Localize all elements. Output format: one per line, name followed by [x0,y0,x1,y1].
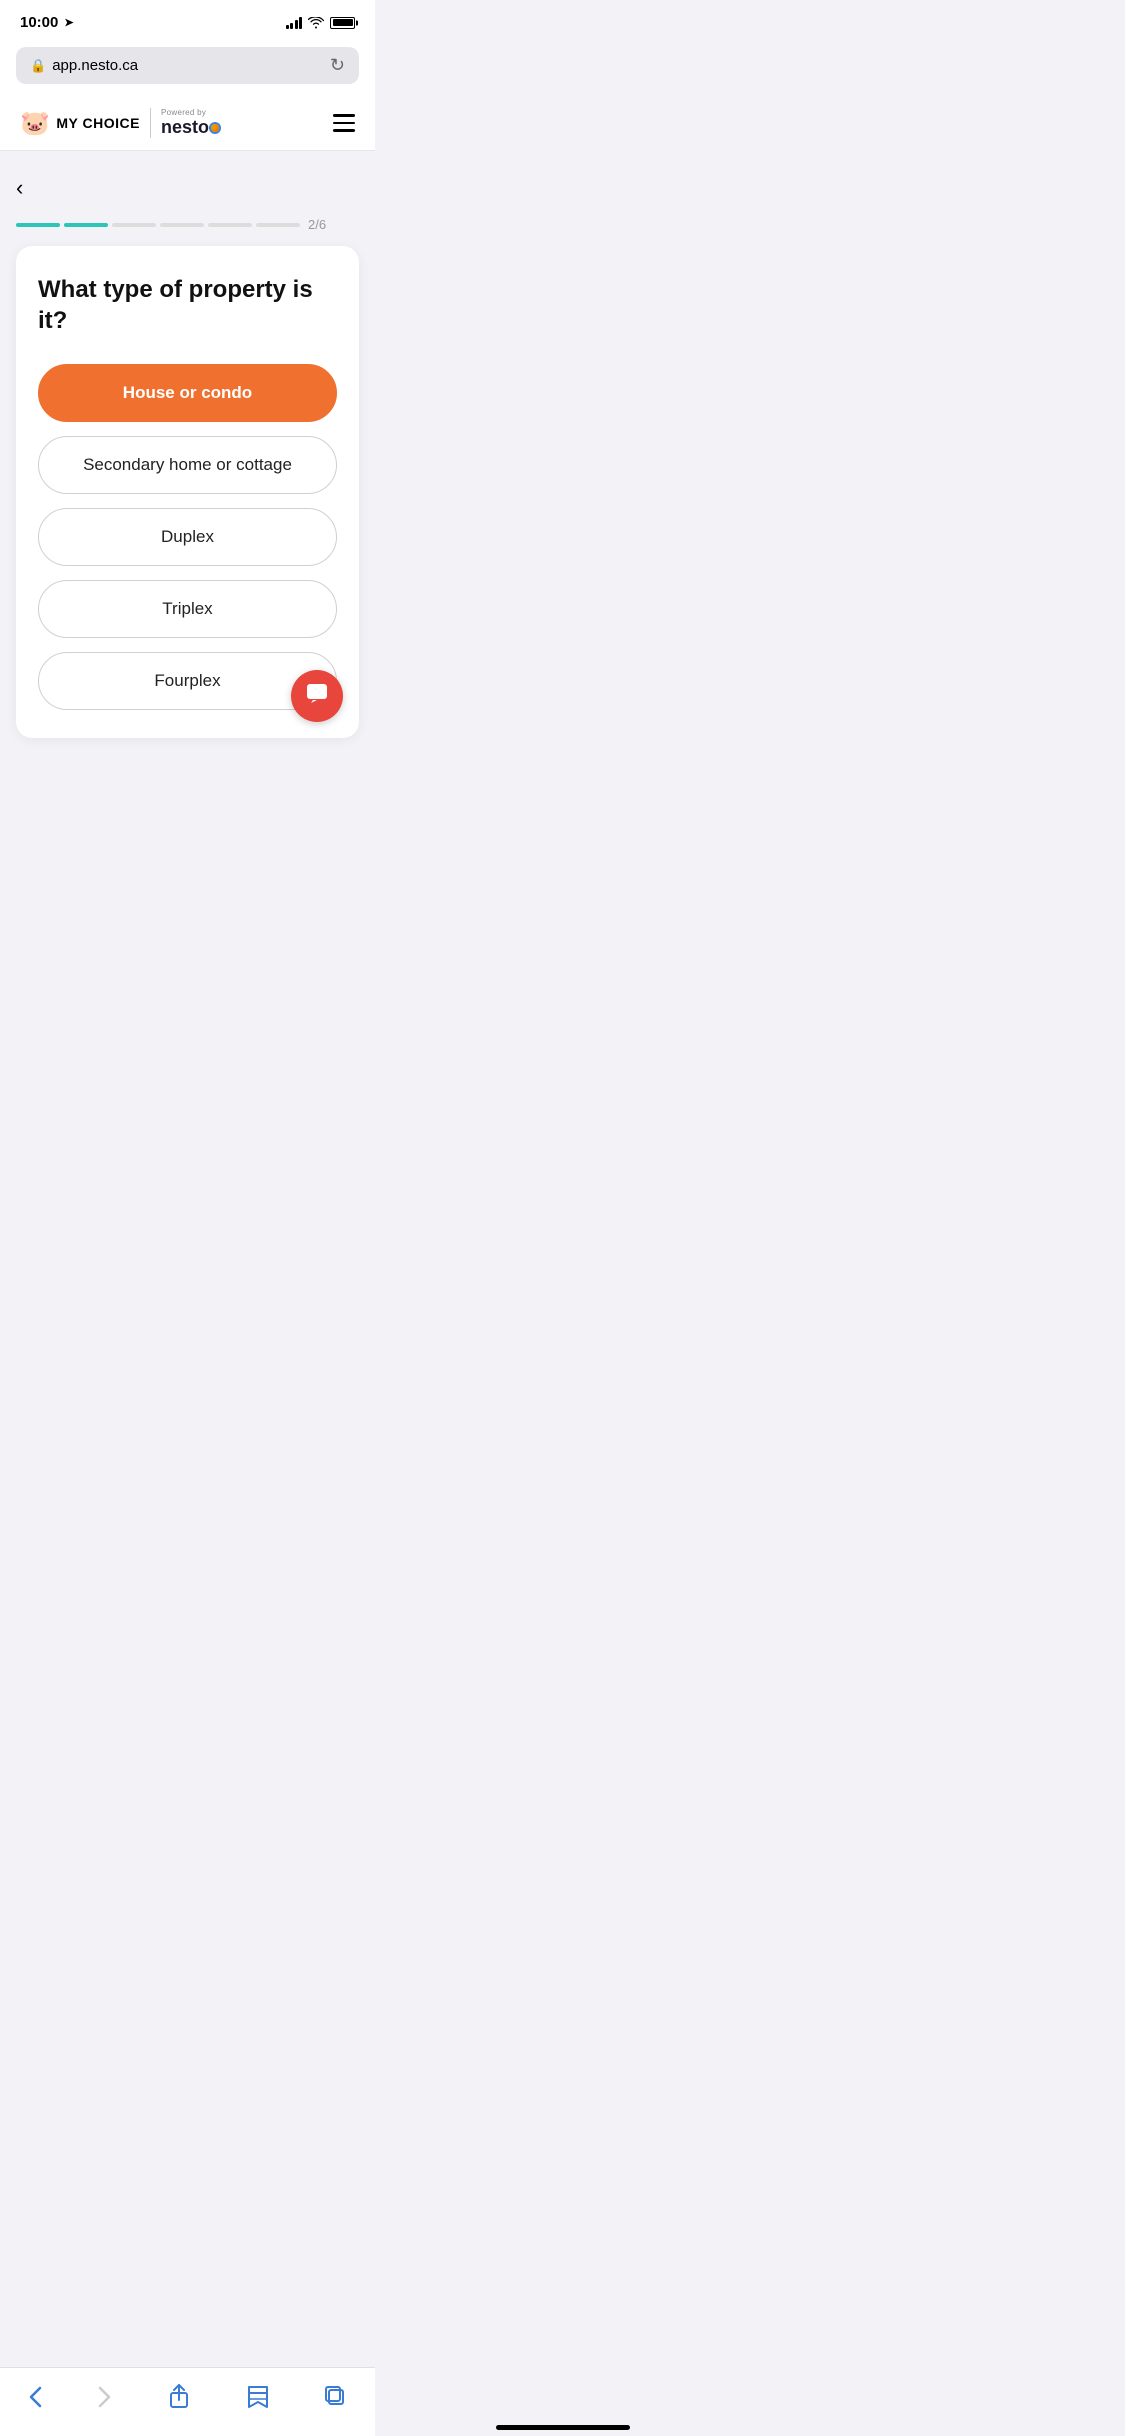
option-secondary-home-label: Secondary home or cottage [83,455,292,474]
signal-icon [286,17,303,29]
browser-tabs-button[interactable] [313,2380,359,2414]
url-text: app.nesto.ca [52,57,138,74]
powered-by-text: Powered by [161,108,206,117]
nesto-name: nesto [161,117,209,138]
hamburger-line-2 [333,122,355,125]
progress-bar-3 [112,223,156,227]
option-fourplex-label: Fourplex [154,671,220,690]
progress-bar-4 [160,223,204,227]
nav-bar: 🐷 MY CHOICE Powered by nesto [0,96,375,151]
piggy-icon: 🐷 [20,109,50,138]
address-bar-inner[interactable]: 🔒 app.nesto.ca ↻ [16,47,359,84]
browser-bookmarks-button[interactable] [235,2379,281,2415]
chat-fab-icon [305,681,329,711]
option-house-condo[interactable]: House or condo [38,364,337,422]
back-button[interactable]: ‹ [16,171,31,205]
status-icons [286,17,356,29]
my-choice-logo: 🐷 MY CHOICE [20,109,140,138]
status-bar: 10:00 ➤ [0,0,375,39]
progress-bars [16,223,300,227]
progress-bar-2 [64,223,108,227]
lock-icon: 🔒 [30,58,46,74]
progress-row: 2/6 [16,217,359,232]
option-triplex[interactable]: Triplex [38,580,337,638]
hamburger-menu-button[interactable] [333,114,355,132]
logo-area: 🐷 MY CHOICE Powered by nesto [20,108,219,138]
card-title: What type of property is it? [38,274,337,336]
option-secondary-home[interactable]: Secondary home or cottage [38,436,337,494]
logo-divider [150,108,151,138]
option-house-condo-label: House or condo [123,383,252,402]
time-label: 10:00 [20,14,58,31]
hamburger-line-3 [333,129,355,132]
hamburger-line-1 [333,114,355,117]
main-content: ‹ 2/6 What type of property is it? House… [0,151,375,758]
battery-icon [330,17,355,29]
location-arrow-icon: ➤ [64,16,73,29]
nesto-dot-icon [211,124,219,132]
browser-forward-button[interactable] [86,2380,124,2414]
nesto-logo: nesto [161,117,219,138]
reload-icon[interactable]: ↻ [330,55,345,76]
browser-back-button[interactable] [16,2380,54,2414]
chat-fab-button[interactable] [291,670,343,722]
my-choice-text: MY CHOICE [56,115,140,131]
option-triplex-label: Triplex [162,599,212,618]
bottom-browser-nav [0,2367,375,2436]
progress-bar-5 [208,223,252,227]
progress-label: 2/6 [308,217,326,232]
nesto-area: Powered by nesto [161,108,219,138]
browser-share-button[interactable] [156,2378,202,2416]
wifi-icon [308,17,324,29]
option-duplex-label: Duplex [161,527,214,546]
address-bar: 🔒 app.nesto.ca ↻ [0,39,375,96]
status-time: 10:00 ➤ [20,14,74,31]
options-list: House or condo Secondary home or cottage… [38,364,337,710]
home-indicator [496,2425,630,2430]
option-duplex[interactable]: Duplex [38,508,337,566]
progress-bar-6 [256,223,300,227]
progress-bar-1 [16,223,60,227]
property-type-card: What type of property is it? House or co… [16,246,359,738]
